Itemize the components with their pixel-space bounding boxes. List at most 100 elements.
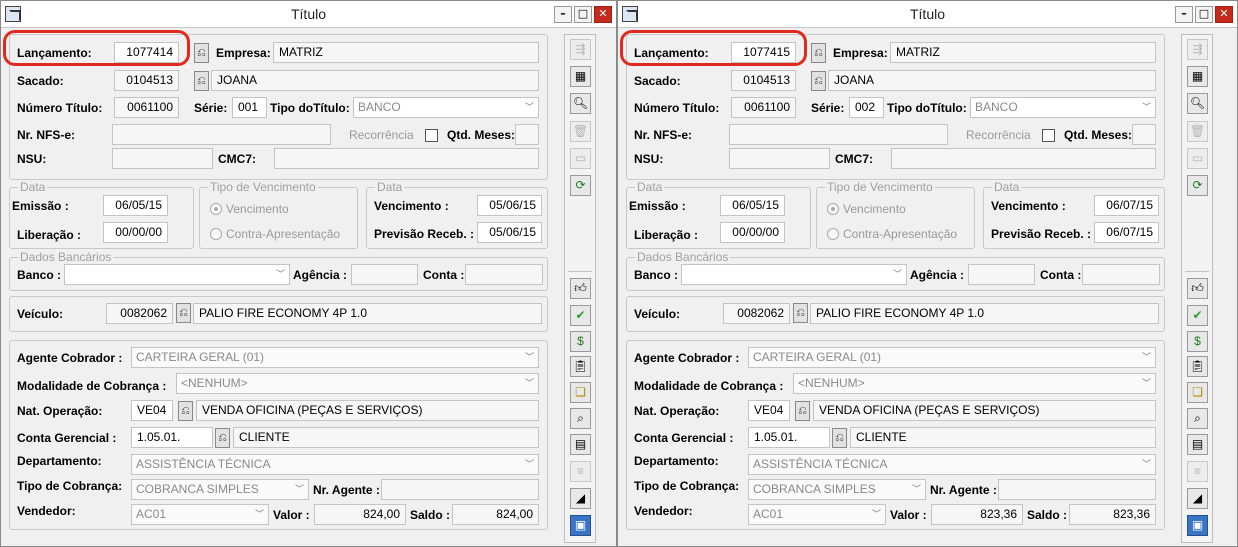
veiculo-lookup-button[interactable]: ⎌: [176, 303, 191, 323]
chart-icon[interactable]: ◢: [1187, 488, 1208, 509]
nr-agente-field[interactable]: [381, 479, 539, 500]
sacado-name-field[interactable]: JOANA: [828, 70, 1156, 91]
veiculo-code-field[interactable]: 0082062: [106, 303, 173, 324]
valor-field[interactable]: 823,36: [931, 504, 1023, 525]
conta-field[interactable]: [465, 264, 543, 285]
veiculo-code-field[interactable]: 0082062: [723, 303, 790, 324]
maximize-button[interactable]: □: [574, 6, 592, 23]
nat-operacao-lookup-button[interactable]: ⎌: [178, 401, 193, 421]
agente-select[interactable]: CARTEIRA GERAL (01) ﹀: [748, 347, 1156, 368]
document-icon[interactable]: ▤: [570, 434, 591, 455]
trash-icon[interactable]: 🗑︎: [570, 121, 591, 142]
spreadsheet-icon[interactable]: ▦: [1187, 66, 1208, 87]
serie-field[interactable]: 002: [849, 97, 884, 118]
nat-operacao-code-field[interactable]: VE04: [131, 400, 173, 421]
nr-agente-field[interactable]: [998, 479, 1156, 500]
checkmark-icon[interactable]: ✔: [570, 305, 591, 326]
numero-titulo-field[interactable]: 0061100: [731, 97, 796, 118]
empresa-lookup-button[interactable]: ⎌: [194, 43, 209, 63]
vencimento-field[interactable]: 05/06/15: [477, 195, 542, 216]
sacado-lookup-button[interactable]: ⎌: [194, 71, 209, 91]
clipboard-icon[interactable]: 📋︎: [1187, 356, 1208, 377]
liberacao-field[interactable]: 00/00/00: [103, 222, 168, 243]
document-icon[interactable]: ▤: [1187, 434, 1208, 455]
minimize-button[interactable]: –: [1175, 6, 1193, 23]
banco-select[interactable]: ﹀: [64, 264, 290, 285]
thumbs-up-icon[interactable]: 👍︎: [570, 278, 591, 299]
money-bag-icon[interactable]: $: [570, 331, 591, 352]
nat-operacao-code-field[interactable]: VE04: [748, 400, 790, 421]
veiculo-lookup-button[interactable]: ⎌: [793, 303, 808, 323]
saldo-field[interactable]: 824,00: [452, 504, 539, 525]
serie-field[interactable]: 001: [232, 97, 267, 118]
list-icon[interactable]: ≡: [1187, 461, 1208, 482]
clipboard-icon[interactable]: 📋︎: [570, 356, 591, 377]
sacado-code-field[interactable]: 0104513: [114, 70, 179, 91]
trash-icon[interactable]: 🗑︎: [1187, 121, 1208, 142]
tipo-cobranca-select[interactable]: COBRANCA SIMPLES ﹀: [131, 479, 309, 500]
title-bar[interactable]: Título – □ ✕: [1, 1, 616, 28]
vendedor-select[interactable]: AC01 ﹀: [748, 504, 886, 525]
sacado-name-field[interactable]: JOANA: [211, 70, 539, 91]
agencia-field[interactable]: [351, 264, 418, 285]
modalidade-select[interactable]: <NENHUM> ﹀: [793, 373, 1156, 394]
agente-select[interactable]: CARTEIRA GERAL (01) ﹀: [131, 347, 539, 368]
spreadsheet-icon[interactable]: ▦: [570, 66, 591, 87]
nsu-field[interactable]: [112, 148, 213, 169]
recorrencia-checkbox[interactable]: [425, 129, 438, 142]
calculator-icon[interactable]: ▣: [1187, 515, 1208, 536]
conta-gerencial-lookup-button[interactable]: ⎌: [215, 428, 230, 448]
vendedor-select[interactable]: AC01 ﹀: [131, 504, 269, 525]
departamento-select[interactable]: ASSISTÊNCIA TÉCNICA ﹀: [748, 454, 1156, 475]
empresa-lookup-button[interactable]: ⎌: [811, 43, 826, 63]
nsu-field[interactable]: [729, 148, 830, 169]
sacado-code-field[interactable]: 0104513: [731, 70, 796, 91]
conta-gerencial-lookup-button[interactable]: ⎌: [832, 428, 847, 448]
recorrencia-checkbox[interactable]: [1042, 129, 1055, 142]
search-doc-icon[interactable]: ⌕: [570, 408, 591, 429]
empresa-field[interactable]: MATRIZ: [890, 42, 1156, 63]
previsao-field[interactable]: 05/06/15: [477, 222, 542, 243]
veiculo-name-field[interactable]: PALIO FIRE ECONOMY 4P 1.0: [193, 303, 542, 324]
preview-icon[interactable]: 🔍︎: [1187, 93, 1208, 114]
money-bag-icon[interactable]: $: [1187, 331, 1208, 352]
emissao-field[interactable]: 06/05/15: [720, 195, 785, 216]
calculator-icon[interactable]: ▣: [570, 515, 591, 536]
tipo-titulo-select[interactable]: BANCO ﹀: [970, 97, 1156, 118]
qtd-meses-field[interactable]: [1132, 124, 1156, 145]
conta-gerencial-code-field[interactable]: 1.05.01.: [131, 427, 213, 448]
tipo-titulo-select[interactable]: BANCO ﹀: [353, 97, 539, 118]
numero-titulo-field[interactable]: 0061100: [114, 97, 179, 118]
refresh-icon[interactable]: ⟳: [1187, 175, 1208, 196]
preview-icon[interactable]: 🔍︎: [570, 93, 591, 114]
close-button[interactable]: ✕: [1215, 6, 1233, 23]
vencimento-radio[interactable]: [827, 203, 839, 215]
sacado-lookup-button[interactable]: ⎌: [811, 71, 826, 91]
title-bar[interactable]: Título – □ ✕: [618, 1, 1237, 28]
checkmark-icon[interactable]: ✔: [1187, 305, 1208, 326]
cmc7-field[interactable]: [891, 148, 1156, 169]
conta-gerencial-name-field[interactable]: CLIENTE: [233, 427, 539, 448]
refresh-icon[interactable]: ⟳: [570, 175, 591, 196]
nfse-field[interactable]: [729, 124, 948, 145]
contra-apresentacao-radio[interactable]: [210, 228, 222, 240]
search-doc-icon[interactable]: ⌕: [1187, 408, 1208, 429]
nfse-field[interactable]: [112, 124, 331, 145]
valor-field[interactable]: 824,00: [314, 504, 406, 525]
nat-operacao-lookup-button[interactable]: ⎌: [795, 401, 810, 421]
liberacao-field[interactable]: 00/00/00: [720, 222, 785, 243]
columns-icon[interactable]: ⇶: [570, 39, 591, 60]
cmc7-field[interactable]: [274, 148, 539, 169]
agencia-field[interactable]: [968, 264, 1035, 285]
thumbs-up-icon[interactable]: 👍︎: [1187, 278, 1208, 299]
conta-field[interactable]: [1082, 264, 1160, 285]
vencimento-radio[interactable]: [210, 203, 222, 215]
list-icon[interactable]: ≡: [570, 461, 591, 482]
chart-icon[interactable]: ◢: [570, 488, 591, 509]
previsao-field[interactable]: 06/07/15: [1094, 222, 1159, 243]
folder-open-icon[interactable]: ▭: [570, 148, 591, 169]
veiculo-name-field[interactable]: PALIO FIRE ECONOMY 4P 1.0: [810, 303, 1159, 324]
emissao-field[interactable]: 06/05/15: [103, 195, 168, 216]
stack-icon[interactable]: ❏: [570, 382, 591, 403]
qtd-meses-field[interactable]: [515, 124, 539, 145]
